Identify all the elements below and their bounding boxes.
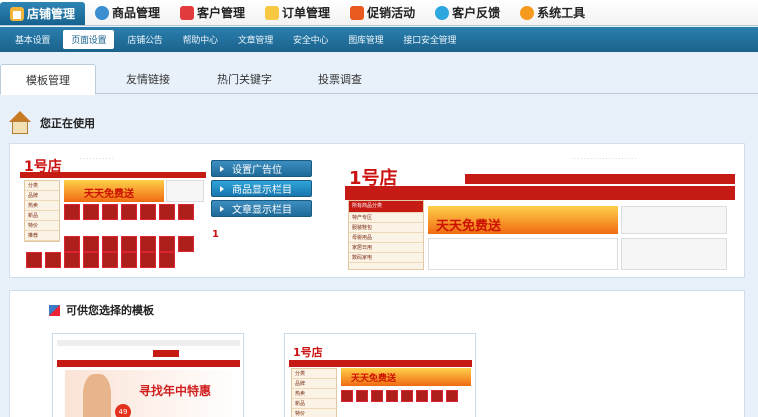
menu-system-tools[interactable]: 系统工具 (510, 0, 595, 25)
menu-order-management[interactable]: 订单管理 (255, 0, 340, 25)
main-menu: 店铺管理 商品管理 客户管理 订单管理 促销活动 客户反馈 系统工具 (0, 0, 758, 26)
arrow-right-icon (220, 205, 224, 212)
tab-vote-survey[interactable]: 投票调查 (308, 64, 372, 94)
product-columns-button[interactable]: 商品显示栏目 (211, 180, 312, 197)
subnav-interface-security[interactable]: 接口安全管理 (396, 31, 463, 48)
tab-hot-keywords[interactable]: 热门关键字 (207, 64, 282, 94)
tab-friend-links[interactable]: 友情链接 (116, 64, 180, 94)
subnav-security-center[interactable]: 安全中心 (286, 31, 335, 48)
preview-promo (621, 206, 727, 234)
arrow-right-icon (220, 165, 224, 172)
arrow-right-icon (220, 185, 224, 192)
article-columns-button[interactable]: 文章显示栏目 (211, 200, 312, 217)
preview-nav-bar (345, 186, 735, 200)
people-icon (180, 5, 195, 20)
set-ad-position-button[interactable]: 设置广告位 (211, 160, 312, 177)
chat-icon (435, 5, 450, 20)
section-available-templates-title: 可供您选择的模板 (49, 302, 154, 318)
house-icon (10, 6, 24, 21)
subnav-help-center[interactable]: 帮助中心 (176, 31, 225, 48)
subnav-basic-settings[interactable]: 基本设置 (8, 31, 57, 48)
sub-menu: 基本设置 页面设置 店铺公告 帮助中心 文章管理 安全中心 图库管理 接口安全管… (0, 27, 758, 52)
subnav-store-notice[interactable]: 店铺公告 (120, 31, 169, 48)
pencil-icon (265, 5, 280, 20)
subnav-page-settings[interactable]: 页面设置 (63, 30, 115, 49)
thumb-tiles-row (64, 204, 197, 220)
gift-icon (350, 5, 365, 20)
model-image (83, 374, 111, 417)
thumb-promo (166, 180, 204, 202)
template-card-1-promo-text: 寻找年中特惠 (139, 384, 212, 398)
page-number: 1 (212, 229, 219, 240)
thumb-sidebar: 分类 品牌 热卖 新品 特价 推荐 (24, 180, 60, 242)
menu-customer-management[interactable]: 客户管理 (170, 0, 255, 25)
home-icon (8, 111, 32, 135)
template-card-1-thumb: 寻找年中特惠 49 (57, 340, 240, 417)
template-icon (49, 304, 60, 316)
thumb-tiles-row-3 (26, 252, 178, 268)
tab-bar: 模板管理 友情链接 热门关键字 投票调查 (0, 60, 758, 95)
preview-top-tabs (465, 174, 735, 184)
template-card-2[interactable]: 1号店 分类 品牌 热卖 新品 特价 天天免费送 (284, 333, 476, 417)
menu-promotions[interactable]: 促销活动 (340, 0, 425, 25)
current-template-thumbnail[interactable]: 1号店 · · · · · · · · · · · 分类 品牌 热卖 新品 特价 推荐 天… (20, 152, 206, 272)
preview-right-box (621, 238, 727, 270)
menu-product-management[interactable]: 商品管理 (85, 0, 170, 25)
template-card-2-thumb: 1号店 分类 品牌 热卖 新品 特价 天天免费送 (289, 340, 472, 417)
thumb-nav-bar (20, 172, 206, 178)
preview-sidebar: 所有商品分类 特产专区 服装鞋包 母婴用品 家居日用 数码家电 (348, 200, 424, 270)
price-badge: 49 (115, 404, 131, 417)
current-template-preview[interactable]: 1号店 · · · · · · · · · · · · · · · · · · … (345, 152, 735, 272)
template-action-buttons: 设置广告位 商品显示栏目 文章显示栏目 (211, 160, 312, 220)
gear-icon (520, 5, 535, 20)
bag-icon (95, 5, 110, 20)
preview-banner: 天天免费送 (428, 206, 618, 234)
subnav-article-management[interactable]: 文章管理 (231, 31, 280, 48)
template-card-1[interactable]: 寻找年中特惠 49 (52, 333, 244, 417)
menu-store-management[interactable]: 店铺管理 (0, 2, 86, 25)
subnav-gallery-management[interactable]: 图库管理 (341, 31, 390, 48)
tab-template-management[interactable]: 模板管理 (0, 64, 96, 95)
thumb-tiles-row-2 (64, 236, 197, 252)
section-current-template-title: 您正在使用 (8, 110, 95, 136)
preview-content (428, 238, 618, 270)
menu-customer-feedback[interactable]: 客户反馈 (425, 0, 510, 25)
thumb-banner: 天天免费送 (64, 180, 164, 202)
